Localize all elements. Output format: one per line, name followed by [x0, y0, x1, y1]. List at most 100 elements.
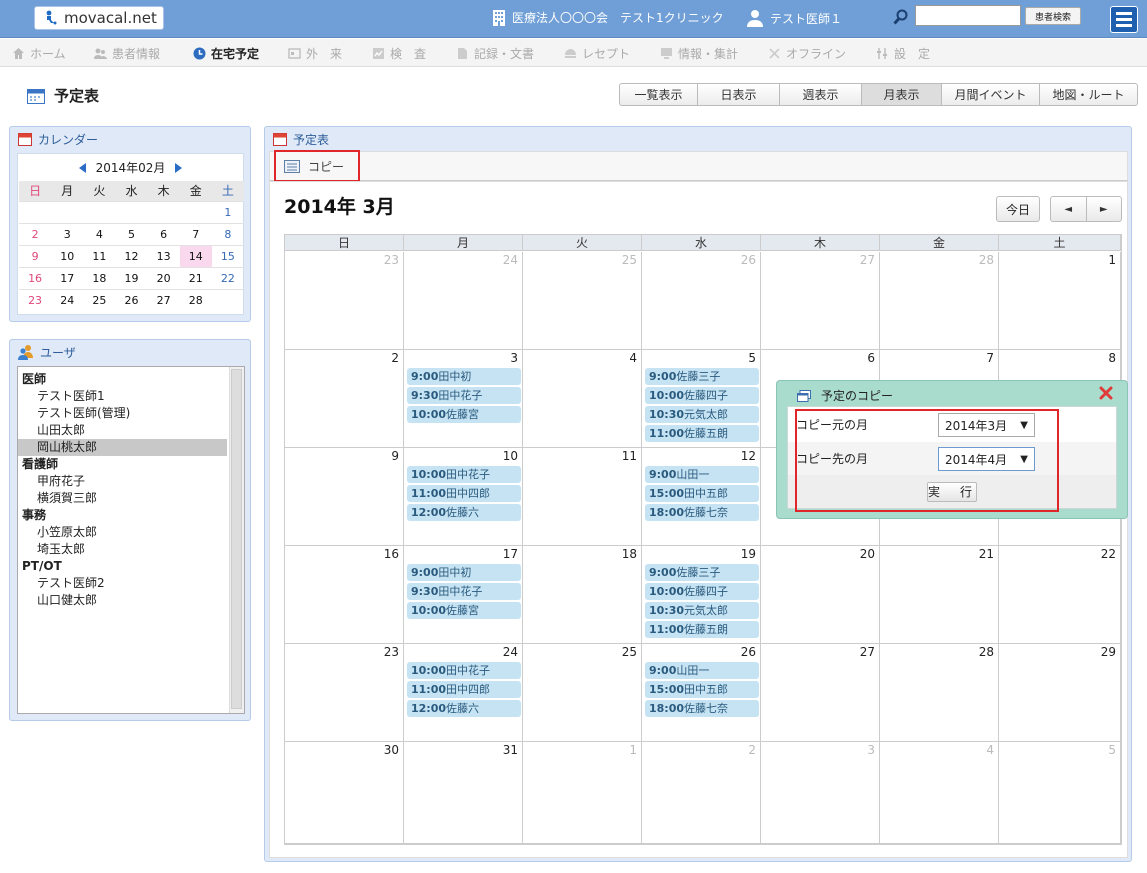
mini-calendar-day[interactable]: 2 — [19, 222, 52, 245]
mini-calendar-day[interactable]: 23 — [19, 288, 52, 311]
mini-calendar-day[interactable]: 9 — [19, 244, 52, 267]
nav-item-patients[interactable]: 患者情報 — [94, 45, 160, 62]
source-month-select[interactable]: 2014年3月 ▼ — [938, 413, 1035, 437]
schedule-event[interactable]: 9:00山田一 — [645, 466, 759, 483]
schedule-event[interactable]: 9:00佐藤三子 — [645, 368, 759, 385]
mini-calendar-day[interactable]: 1 — [211, 200, 244, 223]
calendar-day-cell[interactable]: 2 — [642, 742, 761, 844]
calendar-day-cell[interactable]: 16 — [285, 546, 404, 644]
user-list-item[interactable]: テスト医師1 — [18, 388, 227, 405]
mini-calendar-day[interactable]: 5 — [115, 222, 148, 245]
calendar-day-cell[interactable]: 4 — [880, 742, 999, 844]
mini-calendar-day[interactable]: 25 — [83, 288, 116, 311]
mini-calendar-day[interactable]: 12 — [115, 244, 148, 267]
schedule-event[interactable]: 12:00佐藤六 — [407, 700, 521, 717]
calendar-day-cell[interactable]: 10 10:00田中花子 11:00田中四郎 12:00佐藤六 — [404, 448, 523, 546]
schedule-event[interactable]: 9:00田中初 — [407, 368, 521, 385]
schedule-event[interactable]: 9:30田中花子 — [407, 583, 521, 600]
calendar-day-cell[interactable]: 28 — [880, 252, 999, 350]
user-list-item[interactable]: 山口健太郎 — [18, 592, 227, 609]
calendar-day-cell[interactable]: 24 — [404, 252, 523, 350]
calendar-day-cell[interactable]: 22 — [999, 546, 1121, 644]
schedule-event[interactable]: 10:00佐藤四子 — [645, 387, 759, 404]
nav-item-exam[interactable]: 検 査 — [372, 45, 426, 62]
schedule-event[interactable]: 15:00田中五郎 — [645, 681, 759, 698]
nav-item-outpatient[interactable]: 外 来 — [288, 45, 342, 62]
tab-day-view[interactable]: 日表示 — [698, 84, 780, 105]
nav-item-settings[interactable]: 設 定 — [876, 45, 930, 62]
schedule-event[interactable]: 10:00佐藤宮 — [407, 602, 521, 619]
today-button[interactable]: 今日 — [996, 196, 1040, 222]
tab-list-view[interactable]: 一覧表示 — [620, 84, 698, 105]
schedule-event[interactable]: 11:00田中四郎 — [407, 485, 521, 502]
mini-calendar-day[interactable]: 8 — [211, 222, 244, 245]
calendar-day-cell[interactable]: 27 — [761, 644, 880, 742]
tab-week-view[interactable]: 週表示 — [780, 84, 862, 105]
calendar-day-cell[interactable]: 9 — [285, 448, 404, 546]
schedule-event[interactable]: 15:00田中五郎 — [645, 485, 759, 502]
calendar-day-cell[interactable]: 25 — [523, 644, 642, 742]
calendar-day-cell[interactable]: 28 — [880, 644, 999, 742]
mini-calendar-day[interactable]: 27 — [147, 288, 180, 311]
calendar-day-cell[interactable]: 31 — [404, 742, 523, 844]
user-list[interactable]: 医師 テスト医師1 テスト医師(管理) 山田太郎 岡山桃太郎 看護師 甲府花子 横須賀三郎 事務… — [17, 366, 245, 714]
execute-button[interactable]: 実 行 — [927, 481, 977, 502]
mini-calendar-day[interactable]: 16 — [19, 266, 52, 289]
calendar-day-cell[interactable]: 21 — [880, 546, 999, 644]
nav-item-home-visit-schedule[interactable]: 在宅予定 — [193, 45, 259, 62]
logo[interactable]: movacal.net — [34, 6, 164, 30]
user-list-item[interactable]: 甲府花子 — [18, 473, 227, 490]
schedule-event[interactable]: 10:30元気太郎 — [645, 406, 759, 423]
user-list-item[interactable]: 岡山桃太郎 — [18, 439, 227, 456]
mini-calendar-day[interactable]: 10 — [51, 244, 84, 267]
schedule-event[interactable]: 9:30田中花子 — [407, 387, 521, 404]
calendar-day-cell[interactable]: 30 — [285, 742, 404, 844]
hamburger-menu-button[interactable] — [1110, 6, 1138, 33]
mini-calendar-day[interactable]: 20 — [147, 266, 180, 289]
target-month-select[interactable]: 2014年4月 ▼ — [938, 447, 1035, 471]
mini-calendar-day[interactable]: 21 — [179, 266, 212, 289]
prev-month-arrow-icon[interactable] — [78, 162, 86, 173]
schedule-event[interactable]: 18:00佐藤七奈 — [645, 504, 759, 521]
calendar-day-cell[interactable]: 3 9:00田中初 9:30田中花子 10:00佐藤宮 — [404, 350, 523, 448]
schedule-event[interactable]: 10:00佐藤宮 — [407, 406, 521, 423]
calendar-day-cell[interactable]: 1 — [523, 742, 642, 844]
patient-search-input[interactable] — [915, 5, 1021, 26]
next-month-button[interactable]: ► — [1087, 197, 1122, 221]
nav-item-receipt[interactable]: レセプト — [564, 45, 630, 62]
next-month-arrow-icon[interactable] — [175, 162, 183, 173]
schedule-event[interactable]: 9:00田中初 — [407, 564, 521, 581]
mini-calendar-day[interactable]: 7 — [179, 222, 212, 245]
schedule-event[interactable]: 11:00佐藤五朗 — [645, 425, 759, 442]
calendar-day-cell[interactable]: 26 — [642, 252, 761, 350]
schedule-event[interactable]: 10:00田中花子 — [407, 662, 521, 679]
schedule-event[interactable]: 10:00佐藤四子 — [645, 583, 759, 600]
user-list-item[interactable]: テスト医師2 — [18, 575, 227, 592]
user-list-item[interactable]: 山田太郎 — [18, 422, 227, 439]
mini-calendar-day[interactable]: 13 — [147, 244, 180, 267]
calendar-day-cell[interactable]: 20 — [761, 546, 880, 644]
schedule-event[interactable]: 12:00佐藤六 — [407, 504, 521, 521]
nav-item-home[interactable]: ホーム — [12, 45, 66, 62]
mini-calendar-day[interactable]: 6 — [147, 222, 180, 245]
user-list-scrollbar[interactable] — [229, 367, 244, 713]
schedule-event[interactable]: 18:00佐藤七奈 — [645, 700, 759, 717]
tab-monthly-events[interactable]: 月間イベント — [942, 84, 1040, 105]
mini-calendar-day[interactable]: 14 — [179, 244, 212, 267]
nav-item-info-stats[interactable]: 情報・集計 — [660, 45, 738, 62]
mini-calendar-day[interactable]: 28 — [179, 288, 212, 311]
schedule-event[interactable]: 10:00田中花子 — [407, 466, 521, 483]
schedule-event[interactable]: 11:00佐藤五朗 — [645, 621, 759, 638]
calendar-day-cell[interactable]: 5 9:00佐藤三子 10:00佐藤四子 10:30元気太郎 11:00佐藤五朗 — [642, 350, 761, 448]
mini-calendar-day[interactable]: 4 — [83, 222, 116, 245]
close-icon[interactable] — [1099, 386, 1113, 400]
prev-month-button[interactable]: ◄ — [1051, 197, 1087, 221]
schedule-event[interactable]: 11:00田中四郎 — [407, 681, 521, 698]
schedule-event[interactable]: 9:00山田一 — [645, 662, 759, 679]
mini-calendar-day[interactable]: 19 — [115, 266, 148, 289]
calendar-day-cell[interactable]: 11 — [523, 448, 642, 546]
user-list-item[interactable]: 埼玉太郎 — [18, 541, 227, 558]
calendar-day-cell[interactable]: 2 — [285, 350, 404, 448]
calendar-day-cell[interactable]: 5 — [999, 742, 1121, 844]
user-list-item[interactable]: 横須賀三郎 — [18, 490, 227, 507]
